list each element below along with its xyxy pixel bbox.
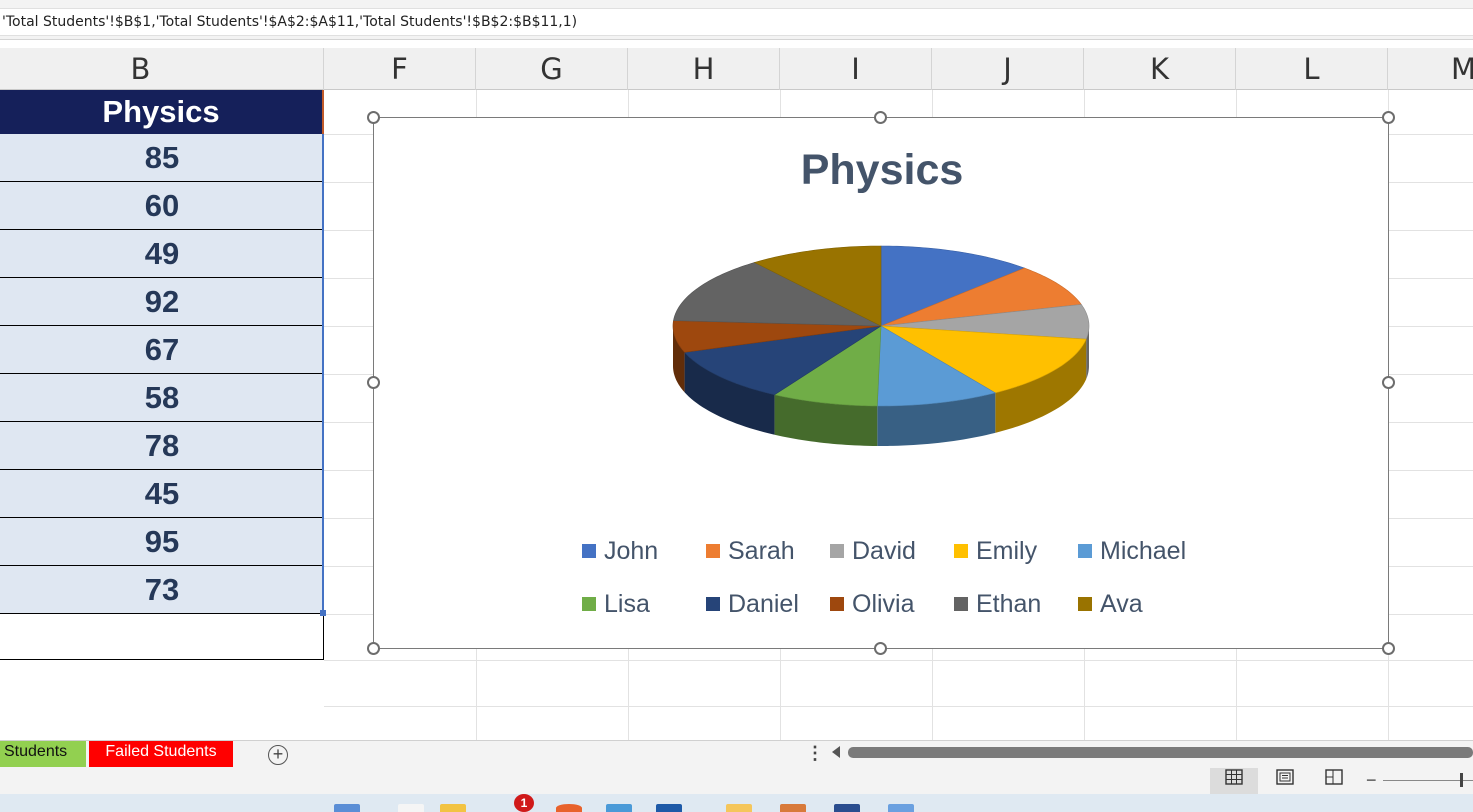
chart-title[interactable]: Physics: [374, 146, 1390, 195]
data-cell[interactable]: 67: [0, 326, 324, 374]
legend-swatch: [954, 544, 968, 558]
taskbar-app-icon[interactable]: [726, 804, 752, 812]
column-header-m[interactable]: M: [1388, 48, 1473, 90]
taskbar-app-icon[interactable]: [656, 804, 682, 812]
legend-item-emily[interactable]: Emily: [954, 536, 1037, 566]
column-header-h[interactable]: H: [628, 48, 780, 90]
horizontal-scrollbar[interactable]: [848, 747, 1473, 758]
resize-handle-bottom[interactable]: [874, 642, 887, 655]
formula-bar: 'Total Students'!$B$1,'Total Students'!$…: [0, 0, 1473, 40]
column-header-i[interactable]: I: [780, 48, 932, 90]
legend-swatch: [954, 597, 968, 611]
triangle-left-icon[interactable]: [832, 746, 840, 758]
legend-label: Olivia: [852, 590, 915, 618]
data-cell[interactable]: 49: [0, 230, 324, 278]
taskbar: 1: [0, 794, 1473, 812]
plus-circle-icon[interactable]: +: [268, 745, 288, 765]
formula-input[interactable]: 'Total Students'!$B$1,'Total Students'!$…: [0, 8, 1473, 36]
legend-swatch: [582, 597, 596, 611]
resize-handle-top[interactable]: [874, 111, 887, 124]
pie-chart[interactable]: Physics John Sarah David Emily Michael Lisa Da…: [373, 117, 1389, 649]
taskbar-app-icon[interactable]: [398, 804, 424, 812]
column-headers: B F G H I J K L M: [0, 48, 1473, 90]
page-break-icon[interactable]: [1310, 768, 1358, 794]
legend-item-david[interactable]: David: [830, 536, 916, 566]
fill-handle[interactable]: [320, 610, 326, 616]
legend-swatch: [582, 544, 596, 558]
data-cell[interactable]: 92: [0, 278, 324, 326]
legend-item-daniel[interactable]: Daniel: [706, 589, 799, 619]
taskbar-app-icon[interactable]: [888, 804, 914, 812]
legend-swatch: [830, 597, 844, 611]
column-header-k[interactable]: K: [1084, 48, 1236, 90]
taskbar-app-icon[interactable]: [834, 804, 860, 812]
legend-label: Ava: [1100, 590, 1143, 618]
empty-cell[interactable]: [0, 614, 324, 660]
excel-window: 'Total Students'!$B$1,'Total Students'!$…: [0, 0, 1473, 812]
resize-handle-right[interactable]: [1382, 376, 1395, 389]
legend-item-sarah[interactable]: Sarah: [706, 536, 795, 566]
grid-view-icon[interactable]: [1210, 768, 1258, 794]
legend-swatch: [706, 544, 720, 558]
column-header-b[interactable]: B: [0, 48, 324, 90]
taskbar-app-icon[interactable]: [556, 804, 582, 812]
page-layout-icon[interactable]: [1261, 768, 1309, 794]
zoom-slider-thumb[interactable]: [1460, 773, 1463, 787]
gridline: [324, 660, 1473, 661]
data-cell[interactable]: 95: [0, 518, 324, 566]
resize-handle-bottom-right[interactable]: [1382, 642, 1395, 655]
legend-label: Sarah: [728, 537, 795, 565]
resize-handle-top-left[interactable]: [367, 111, 380, 124]
legend-item-ava[interactable]: Ava: [1078, 589, 1143, 619]
legend-swatch: [830, 544, 844, 558]
gridline: [324, 706, 1473, 707]
legend-item-michael[interactable]: Michael: [1078, 536, 1186, 566]
column-header-f[interactable]: F: [324, 48, 476, 90]
data-cell[interactable]: 85: [0, 134, 324, 182]
sheet-tab-failed-students[interactable]: Failed Students: [89, 741, 233, 767]
legend-swatch: [706, 597, 720, 611]
legend-label: Emily: [976, 537, 1038, 565]
taskbar-app-icon[interactable]: [440, 804, 466, 812]
sheet-tabs-bar: Students Failed Students + ⋮: [0, 740, 1473, 768]
status-bar: −: [0, 768, 1473, 794]
resize-handle-top-right[interactable]: [1382, 111, 1395, 124]
vertical-dots-icon[interactable]: ⋮: [806, 743, 824, 764]
legend-item-john[interactable]: John: [582, 536, 658, 566]
minus-icon[interactable]: −: [1366, 770, 1377, 791]
data-cell[interactable]: 60: [0, 182, 324, 230]
column-header-j[interactable]: J: [932, 48, 1084, 90]
taskbar-app-icon[interactable]: [606, 804, 632, 812]
header-cell-physics[interactable]: Physics: [0, 90, 324, 134]
legend-label: Michael: [1100, 537, 1187, 565]
legend-label: Daniel: [728, 590, 799, 618]
pie-chart-plot: [672, 245, 1090, 446]
data-cell[interactable]: 45: [0, 470, 324, 518]
legend-label: John: [604, 537, 659, 565]
legend-item-lisa[interactable]: Lisa: [582, 589, 650, 619]
selection-border: [322, 134, 324, 614]
data-cell[interactable]: 78: [0, 422, 324, 470]
column-header-l[interactable]: L: [1236, 48, 1388, 90]
column-header-g[interactable]: G: [476, 48, 628, 90]
sheet-tab-students[interactable]: Students: [0, 741, 86, 767]
notification-badge: 1: [514, 794, 534, 812]
data-cell[interactable]: 58: [0, 374, 324, 422]
legend-label: David: [852, 537, 916, 565]
resize-handle-bottom-left[interactable]: [367, 642, 380, 655]
taskbar-app-icon[interactable]: [780, 804, 806, 812]
legend-swatch: [1078, 544, 1092, 558]
legend-label: Ethan: [976, 590, 1042, 618]
legend-item-ethan[interactable]: Ethan: [954, 589, 1041, 619]
taskbar-app-icon[interactable]: [334, 804, 360, 812]
data-cell[interactable]: 73: [0, 566, 324, 614]
legend-swatch: [1078, 597, 1092, 611]
legend-item-olivia[interactable]: Olivia: [830, 589, 915, 619]
resize-handle-left[interactable]: [367, 376, 380, 389]
legend-label: Lisa: [604, 590, 650, 618]
